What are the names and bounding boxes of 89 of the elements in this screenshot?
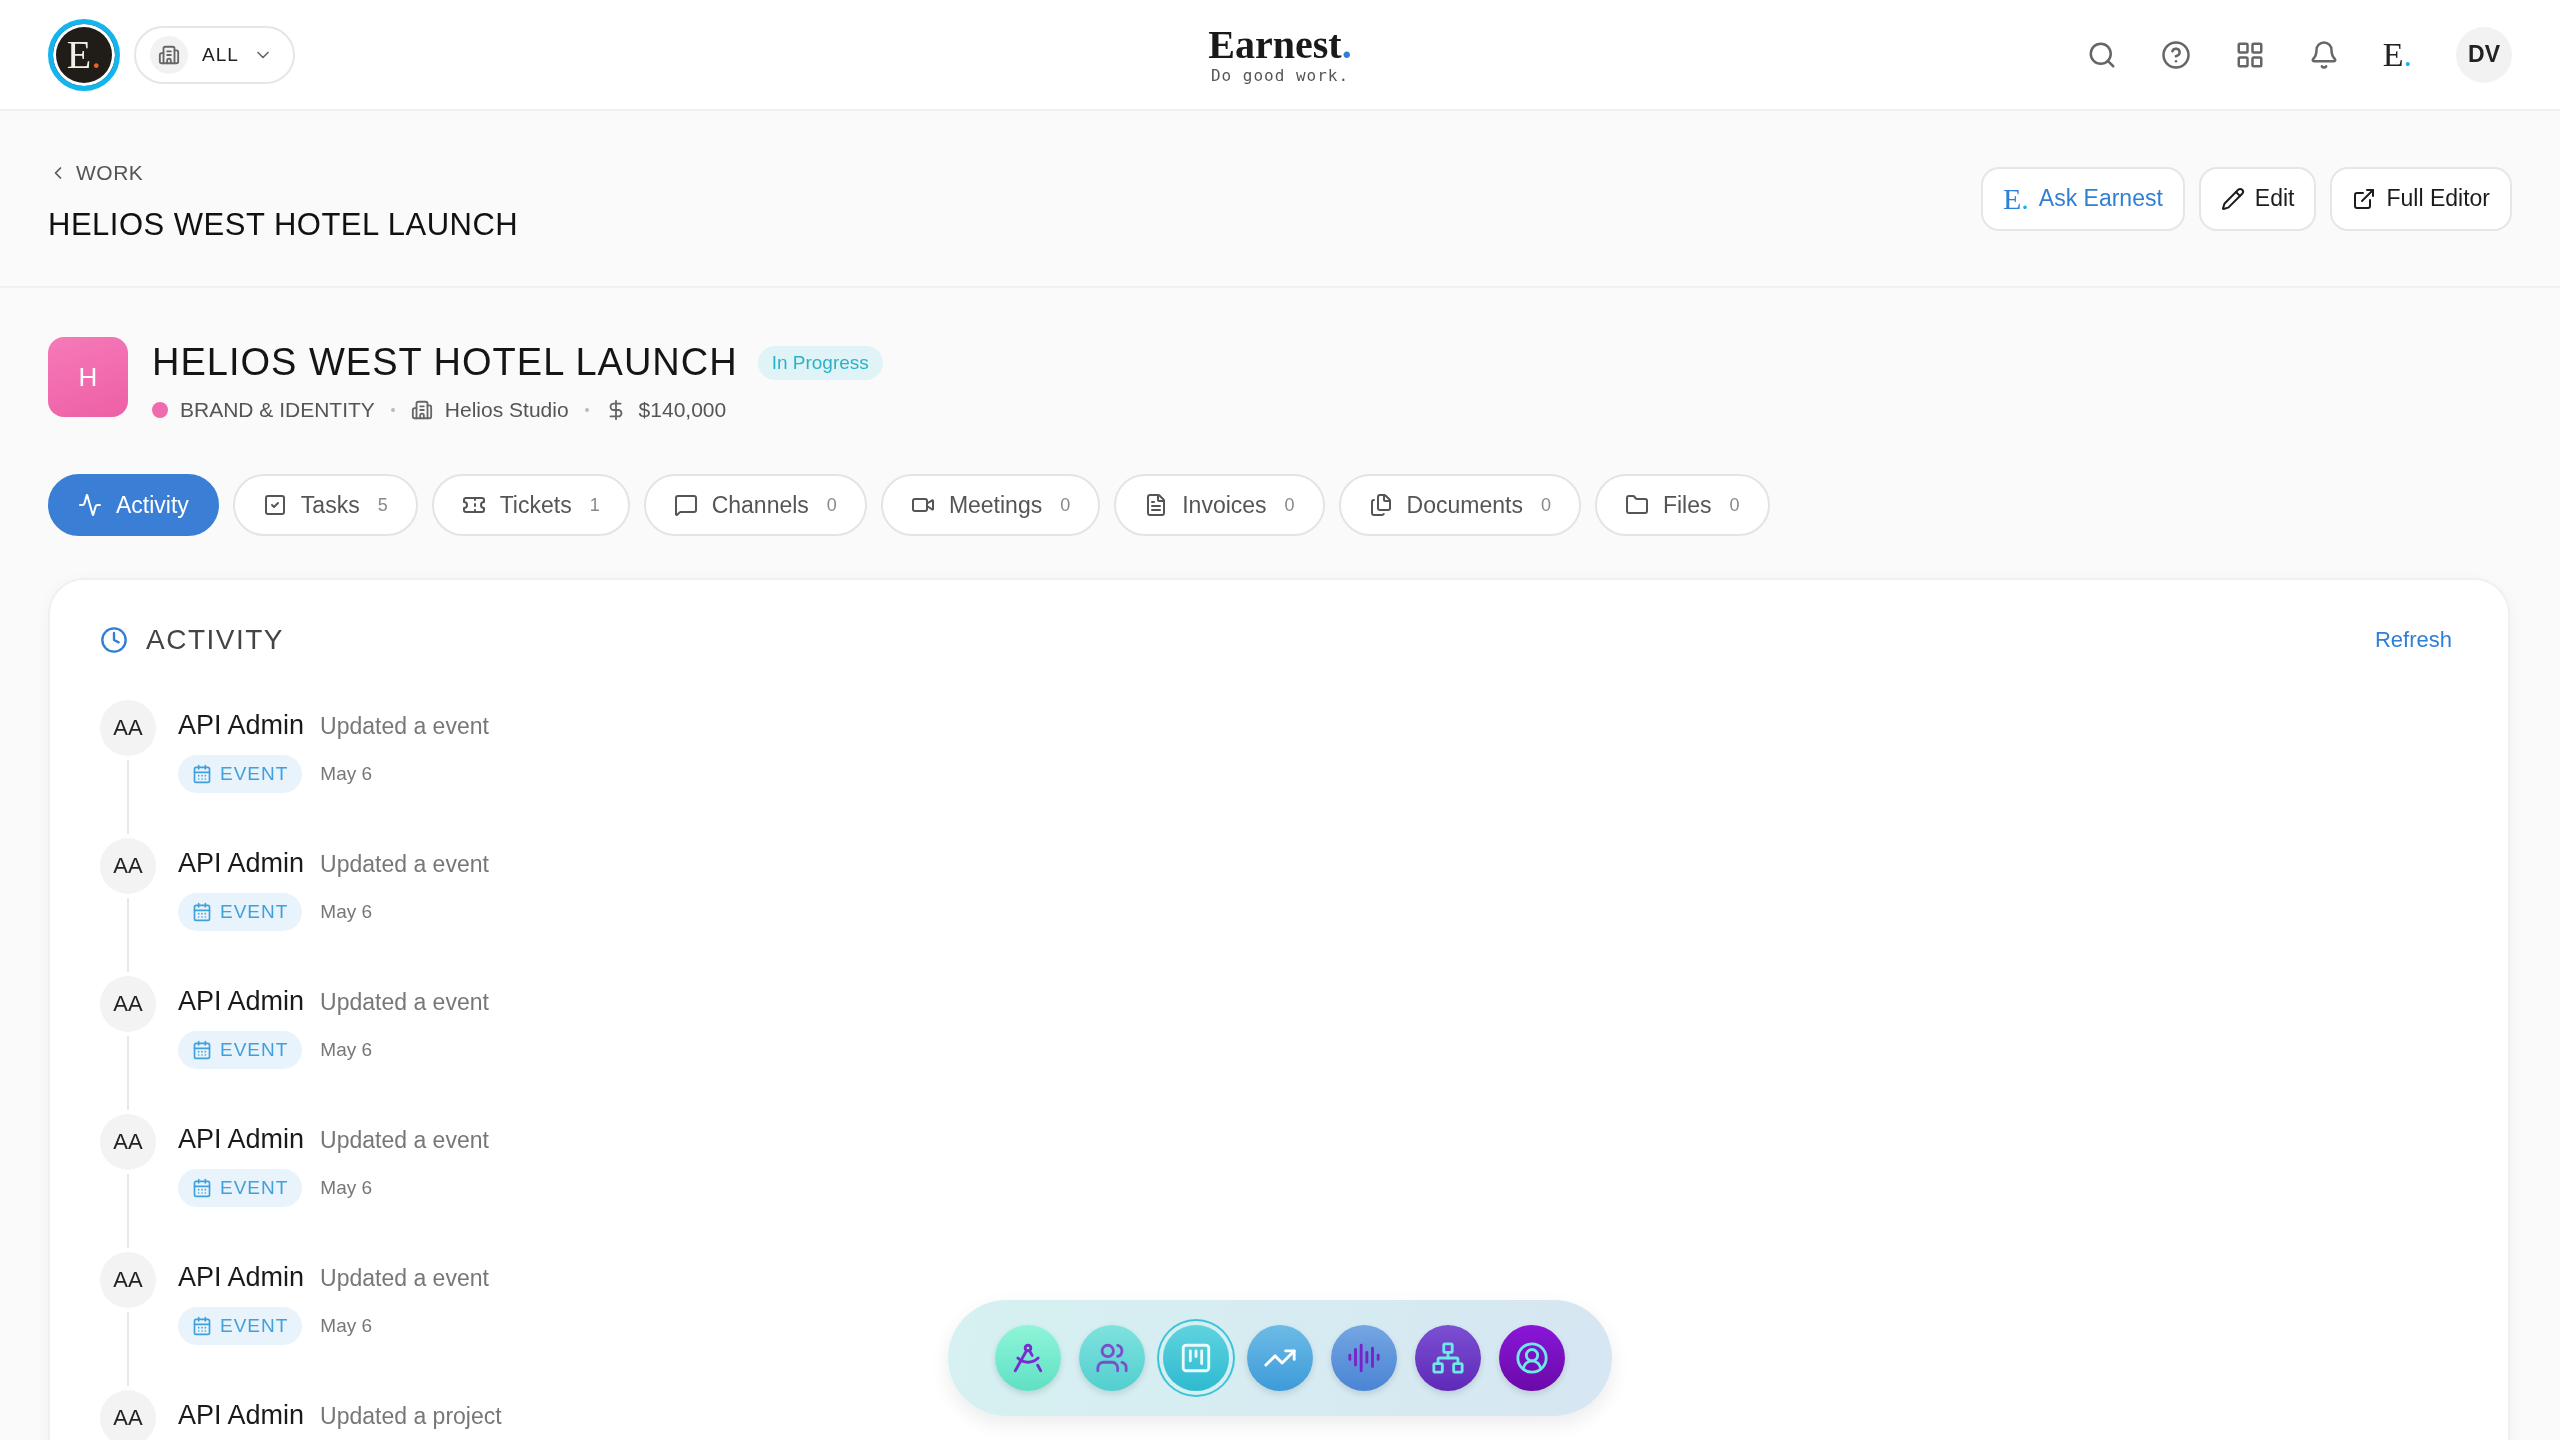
tab-count: 0 (1284, 494, 1295, 516)
status-badge: In Progress (757, 345, 883, 380)
tab[interactable]: Tickets 1 (431, 474, 630, 536)
user-name: API Admin (178, 1400, 305, 1431)
dock-app-button[interactable] (1331, 1325, 1397, 1391)
client-name: Helios Studio (444, 398, 569, 422)
tab-icon (1368, 493, 1393, 517)
calendar-icon (192, 1178, 212, 1198)
kanban-icon (1179, 1341, 1213, 1375)
clock-icon (100, 626, 128, 654)
user-name: API Admin (178, 986, 305, 1017)
section-title: ACTIVITY (146, 624, 284, 656)
assistant-button[interactable]: E. (2382, 35, 2412, 74)
user-name: API Admin (178, 848, 305, 879)
tab[interactable]: Documents 0 (1338, 474, 1581, 536)
tag-label: EVENT (220, 763, 289, 785)
tab-count: 1 (589, 494, 600, 516)
building-icon (410, 399, 433, 421)
project-avatar: H (48, 337, 128, 417)
calendar-icon (192, 764, 212, 784)
tag-label: EVENT (220, 1039, 289, 1061)
workspace-selector[interactable]: ALL (134, 25, 295, 84)
tab-count: 0 (1729, 494, 1740, 516)
budget-amount: $140,000 (638, 398, 727, 422)
calendar-icon (192, 1040, 212, 1060)
tab-count: 0 (826, 494, 837, 516)
tag-label: EVENT (220, 1177, 289, 1199)
activity-action: Updated a event (320, 851, 489, 878)
breadcrumb-link[interactable]: WORK (48, 160, 519, 185)
tab[interactable]: Activity (48, 474, 219, 536)
user-avatar: AA (100, 1252, 156, 1308)
tab-count: 0 (1540, 494, 1551, 516)
tab-icon (262, 493, 287, 517)
tag-label: EVENT (220, 901, 289, 923)
tab-icon (673, 493, 698, 517)
user-avatar[interactable]: DV (2456, 26, 2512, 83)
tab[interactable]: Meetings 0 (880, 474, 1101, 536)
activity-action: Updated a event (320, 1265, 489, 1292)
logo-button[interactable]: E. (48, 18, 120, 91)
activity-date: May 6 (320, 1039, 373, 1061)
user-icon (1515, 1341, 1549, 1375)
user-name: API Admin (178, 1262, 305, 1293)
activity-date: May 6 (320, 1177, 373, 1199)
tab-count: 0 (1060, 494, 1071, 516)
tab[interactable]: Invoices 0 (1114, 474, 1325, 536)
people-icon (1095, 1341, 1129, 1375)
activity-date: May 6 (320, 901, 373, 923)
refresh-button[interactable]: Refresh (2368, 626, 2458, 654)
tagline: Do good work. (1210, 66, 1350, 85)
activity-action: Updated a project (320, 1403, 502, 1430)
tab-icon (1624, 493, 1649, 517)
full-editor-button[interactable]: Full Editor (2330, 166, 2512, 231)
page-title: HELIOS WEST HOTEL LAUNCH (48, 206, 519, 243)
project-title: HELIOS WEST HOTEL LAUNCH (152, 341, 738, 384)
hierarchy-icon (1431, 1341, 1465, 1375)
edit-button[interactable]: Edit (2198, 166, 2317, 231)
user-avatar: AA (100, 976, 156, 1032)
tag-label: EVENT (220, 1315, 289, 1337)
activity-action: Updated a event (320, 989, 489, 1016)
user-avatar: AA (100, 1114, 156, 1170)
sound-wave-icon (1347, 1341, 1381, 1375)
compass-icon (1011, 1341, 1045, 1375)
external-link-icon (2352, 186, 2377, 211)
dock-app-button[interactable] (995, 1325, 1061, 1391)
help-icon[interactable] (2160, 39, 2191, 70)
dock-app-button[interactable] (1079, 1325, 1145, 1391)
dock-app-button[interactable] (1415, 1325, 1481, 1391)
activity-action: Updated a event (320, 1127, 489, 1154)
calendar-icon (192, 1316, 212, 1336)
tab[interactable]: Files 0 (1594, 474, 1770, 536)
pencil-icon (2220, 186, 2245, 211)
activity-date: May 6 (320, 1315, 373, 1337)
tab-icon (78, 493, 102, 517)
activity-date: May 6 (320, 763, 373, 785)
tab[interactable]: Tasks 5 (232, 474, 418, 536)
user-avatar: AA (100, 838, 156, 894)
calendar-icon (192, 902, 212, 922)
brand-logo: Earnest. (1208, 24, 1352, 66)
tab[interactable]: Channels 0 (643, 474, 867, 536)
building-icon (158, 43, 180, 66)
user-name: API Admin (178, 710, 305, 741)
ask-assistant-button[interactable]: E. Ask Earnest (1981, 166, 2185, 231)
user-name: API Admin (178, 1124, 305, 1155)
category-label: BRAND & IDENTITY (180, 398, 375, 422)
tab-count: 5 (377, 494, 388, 516)
user-avatar: AA (100, 700, 156, 756)
user-avatar: AA (100, 1390, 156, 1440)
dock-app-button[interactable] (1499, 1325, 1565, 1391)
activity-action: Updated a event (320, 713, 489, 740)
